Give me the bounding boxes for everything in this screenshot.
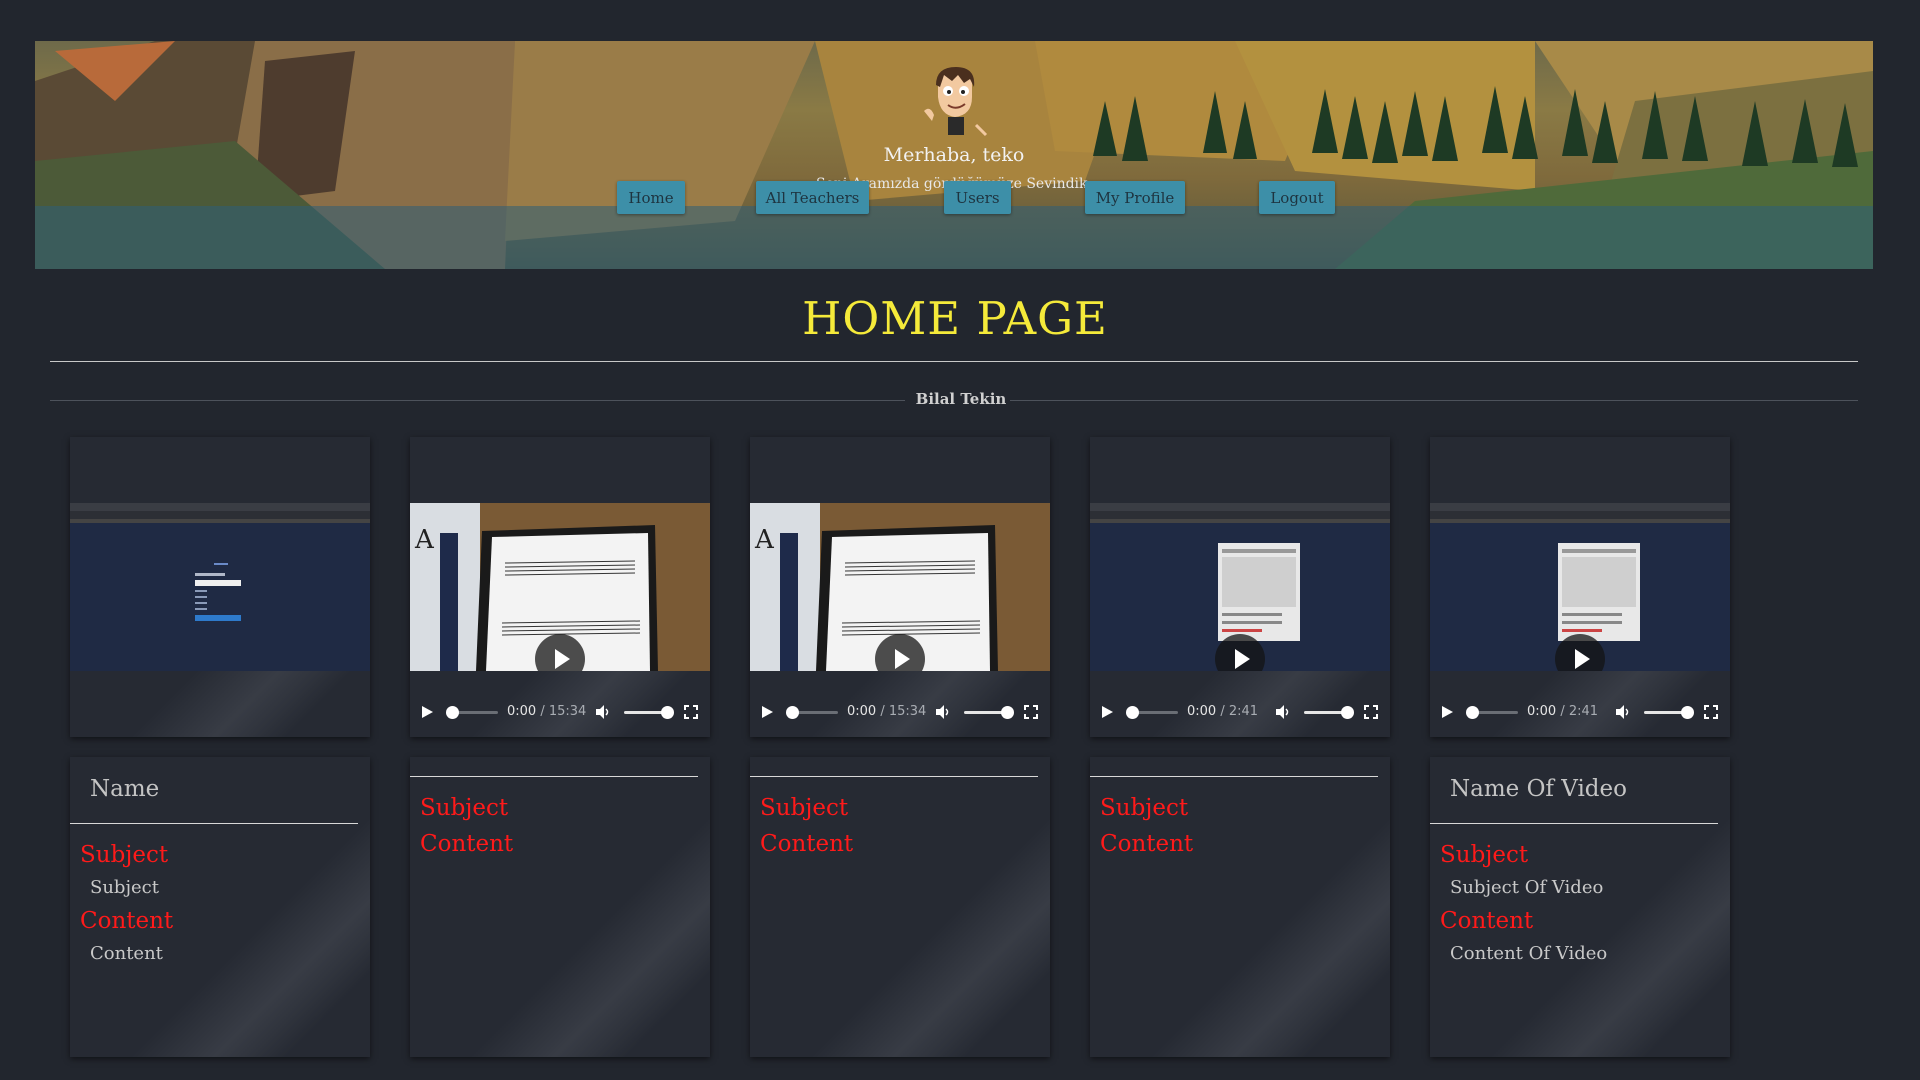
- video-name: Name: [90, 776, 160, 802]
- nav-logout-button[interactable]: Logout: [1259, 181, 1335, 214]
- content-value: Content: [90, 943, 163, 964]
- video-controls: 0:00 / 2:41: [1090, 697, 1390, 727]
- header-banner: Merhaba, teko Seni Aramızda gördüğümüze …: [35, 41, 1873, 269]
- content-label: Content: [420, 831, 514, 857]
- fullscreen-icon[interactable]: [1024, 705, 1038, 719]
- nav-home-button[interactable]: Home: [617, 181, 685, 214]
- content-label: Content: [1440, 908, 1534, 934]
- content-value: Content Of Video: [1450, 943, 1608, 964]
- video-thumbnail[interactable]: A: [750, 503, 1050, 671]
- info-divider: [410, 776, 698, 777]
- video-card[interactable]: [70, 437, 370, 737]
- time-display: 0:00 / 2:41: [1187, 704, 1259, 719]
- video-info-card: Subject Content: [1090, 757, 1390, 1057]
- webpage-thumbnail-icon: [70, 503, 370, 671]
- subject-value: Subject: [90, 877, 159, 898]
- navbar: [35, 206, 1873, 269]
- play-icon[interactable]: [420, 705, 434, 719]
- page-title: HOME PAGE: [802, 292, 1108, 345]
- subject-label: Subject: [420, 795, 509, 821]
- time-display: 0:00 / 15:34: [847, 704, 927, 719]
- avatar: [924, 67, 988, 137]
- volume-slider[interactable]: [624, 706, 674, 719]
- video-controls: 0:00 / 15:34: [410, 697, 710, 727]
- video-name: Name Of Video: [1450, 776, 1627, 802]
- info-divider: [1090, 776, 1378, 777]
- video-thumbnail[interactable]: [70, 503, 370, 671]
- info-divider: [70, 823, 358, 824]
- volume-slider[interactable]: [1644, 706, 1694, 719]
- fullscreen-icon[interactable]: [1364, 705, 1378, 719]
- section-title: Bilal Tekin: [915, 390, 1007, 408]
- volume-icon[interactable]: [595, 704, 611, 720]
- video-thumbnail[interactable]: [1090, 503, 1390, 671]
- seek-slider[interactable]: [446, 706, 498, 719]
- subject-label: Subject: [760, 795, 849, 821]
- content-label: Content: [80, 908, 174, 934]
- nav-all-teachers-button[interactable]: All Teachers: [756, 181, 869, 214]
- seek-slider[interactable]: [786, 706, 838, 719]
- subject-value: Subject Of Video: [1450, 877, 1604, 898]
- subject-label: Subject: [1100, 795, 1189, 821]
- video-controls: 0:00 / 15:34: [750, 697, 1050, 727]
- time-display: 0:00 / 2:41: [1527, 704, 1599, 719]
- volume-icon[interactable]: [1275, 704, 1291, 720]
- video-info-card: Name Subject Subject Content Content: [70, 757, 370, 1057]
- video-card[interactable]: A 0:00 / 15:34: [750, 437, 1050, 737]
- info-divider: [1430, 823, 1718, 824]
- video-thumbnail[interactable]: [1430, 503, 1730, 671]
- time-display: 0:00 / 15:34: [507, 704, 587, 719]
- svg-text:A: A: [414, 525, 435, 555]
- play-icon[interactable]: [760, 705, 774, 719]
- subject-label: Subject: [80, 842, 169, 868]
- greeting-text: Merhaba, teko: [883, 144, 1025, 166]
- video-card[interactable]: A 0:00 / 15:34: [410, 437, 710, 737]
- video-info-card: Subject Content: [750, 757, 1050, 1057]
- volume-icon[interactable]: [935, 704, 951, 720]
- content-label: Content: [760, 831, 854, 857]
- seek-slider[interactable]: [1126, 706, 1178, 719]
- nav-users-button[interactable]: Users: [944, 181, 1011, 214]
- video-card[interactable]: 0:00 / 2:41: [1090, 437, 1390, 737]
- volume-slider[interactable]: [964, 706, 1014, 719]
- info-divider: [750, 776, 1038, 777]
- video-controls: 0:00 / 2:41: [1430, 697, 1730, 727]
- nav-my-profile-button[interactable]: My Profile: [1085, 181, 1185, 214]
- content-label: Content: [1100, 831, 1194, 857]
- video-info-card: Subject Content: [410, 757, 710, 1057]
- video-info-card: Name Of Video Subject Subject Of Video C…: [1430, 757, 1730, 1057]
- video-card[interactable]: 0:00 / 2:41: [1430, 437, 1730, 737]
- volume-icon[interactable]: [1615, 704, 1631, 720]
- play-icon[interactable]: [1440, 705, 1454, 719]
- play-icon[interactable]: [1100, 705, 1114, 719]
- volume-slider[interactable]: [1304, 706, 1354, 719]
- seek-slider[interactable]: [1466, 706, 1518, 719]
- video-thumbnail[interactable]: A: [410, 503, 710, 671]
- title-divider: [50, 361, 1858, 362]
- fullscreen-icon[interactable]: [684, 705, 698, 719]
- svg-text:A: A: [754, 525, 775, 555]
- subject-label: Subject: [1440, 842, 1529, 868]
- fullscreen-icon[interactable]: [1704, 705, 1718, 719]
